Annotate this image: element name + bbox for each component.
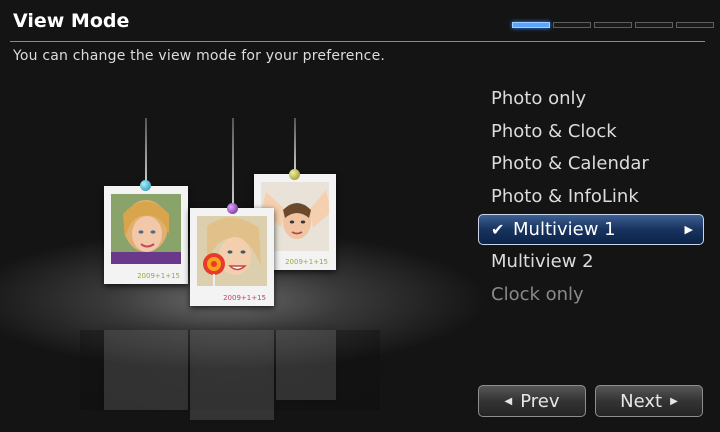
pin-icon	[140, 180, 151, 191]
menu-item-label: Clock only	[491, 283, 584, 305]
photo-frame-center: 2009+1+15	[190, 208, 274, 306]
photo-caption: 2009+1+15	[285, 258, 328, 266]
menu-item-photo-infolink[interactable]: Photo & InfoLink	[478, 181, 704, 214]
photo-reflection	[190, 330, 274, 420]
menu-item-label: Photo only	[491, 88, 587, 109]
photo-image	[111, 194, 181, 265]
photo-frame-left: 2009+1+15	[104, 186, 188, 284]
photo-caption: 2009+1+15	[137, 272, 180, 280]
menu-item-photo-only[interactable]: Photo only	[478, 83, 704, 116]
step-1	[512, 22, 550, 28]
photo-reflection	[276, 330, 336, 400]
menu-item-photo-calendar[interactable]: Photo & Calendar	[478, 148, 704, 181]
next-button[interactable]: Next ▶	[595, 385, 703, 417]
pin-icon	[227, 203, 238, 214]
view-mode-list: Photo only Photo & Clock Photo & Calenda…	[478, 83, 704, 311]
menu-item-photo-clock[interactable]: Photo & Clock	[478, 116, 704, 149]
step-4	[635, 22, 673, 28]
menu-item-label: Photo & InfoLink	[491, 185, 639, 207]
prev-button-label: Prev	[520, 390, 560, 412]
checkmark-icon: ✔	[491, 220, 505, 239]
step-5	[676, 22, 714, 28]
chevron-right-icon: ▶	[684, 223, 693, 236]
step-indicator	[512, 22, 714, 28]
hanging-string	[145, 118, 147, 186]
chevron-right-icon: ▶	[670, 395, 678, 407]
hanging-string	[232, 118, 234, 208]
next-button-label: Next	[620, 390, 663, 412]
hanging-string	[294, 118, 296, 174]
step-3	[594, 22, 632, 28]
photo-caption: 2009+1+15	[223, 294, 266, 302]
step-2	[553, 22, 591, 28]
photo-image	[197, 216, 267, 287]
menu-item-multiview-1[interactable]: ✔ Multiview 1 ▶	[478, 214, 704, 245]
menu-item-label: Multiview 1	[513, 219, 616, 240]
menu-item-label: Photo & Calendar	[491, 153, 649, 174]
photo-reflection	[104, 330, 188, 410]
menu-item-multiview-2[interactable]: Multiview 2	[478, 246, 704, 279]
menu-item-label: Multiview 2	[491, 251, 594, 272]
pin-icon	[289, 169, 300, 180]
menu-item-clock-only: Clock only	[478, 279, 704, 312]
menu-item-label: Photo & Clock	[491, 120, 617, 142]
prev-button[interactable]: ◀ Prev	[478, 385, 586, 417]
chevron-left-icon: ◀	[504, 395, 513, 407]
view-mode-preview: 2009+1+15 2009+1+15 2009+1+15	[0, 0, 470, 432]
